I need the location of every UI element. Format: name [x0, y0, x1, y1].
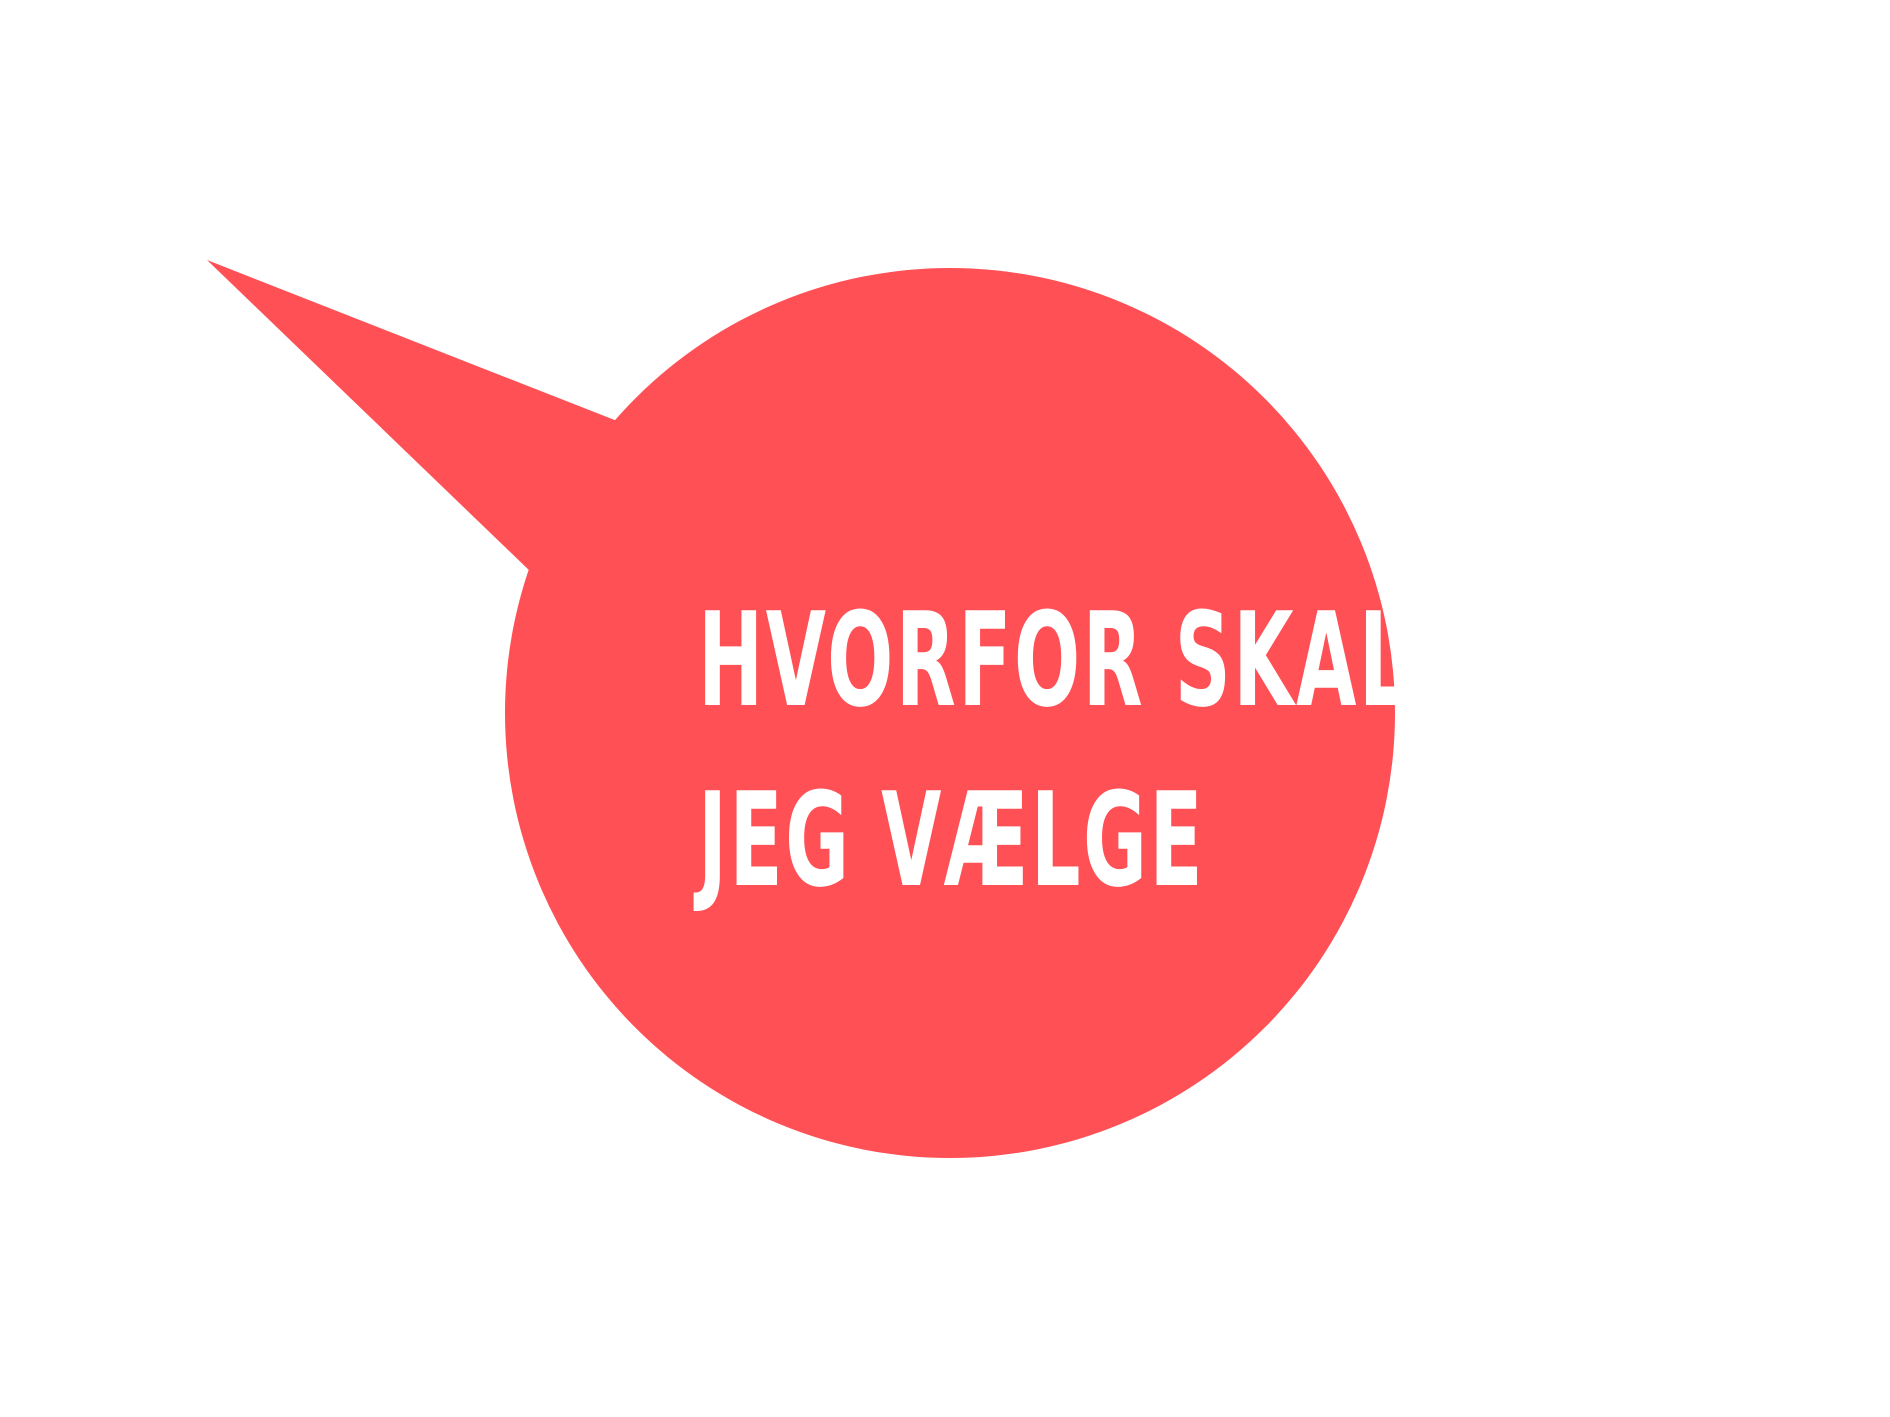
bubble-heading-line-2: JEG VÆLGE — [698, 764, 1206, 916]
bubble-heading-line-1: HVORFOR SKAL — [698, 584, 1411, 736]
bubble-heading: HVORFOR SKAL JEG VÆLGE — [698, 570, 1411, 930]
slide-canvas: HVORFOR SKAL JEG VÆLGE — [0, 0, 1890, 1417]
